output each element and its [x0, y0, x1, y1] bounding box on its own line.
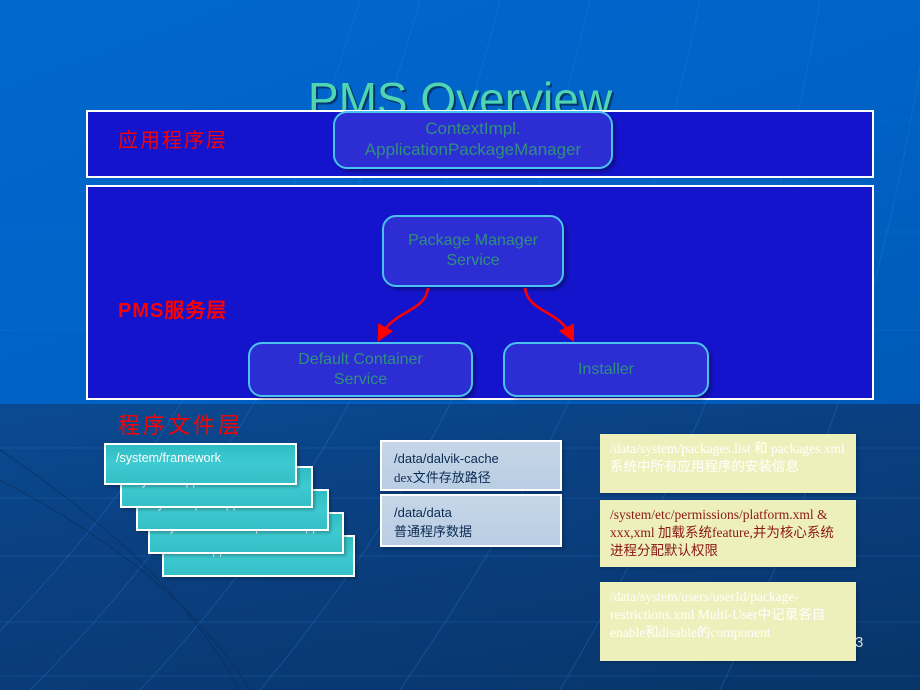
dalvik-cache-desc: dex文件存放路径	[394, 469, 491, 485]
sticky-note-text: /data/system/packages.list 和 packages.xm…	[610, 441, 845, 474]
dalvik-cache-path: /data/dalvik-cache	[394, 451, 499, 466]
slide-canvas: PMS Overview 应用程序层 PMS服务层 程序文件层 ContextI…	[0, 0, 920, 690]
slide-number: 3	[855, 634, 864, 651]
sticky-note[interactable]: /system/etc/permissions/platform.xml & x…	[600, 500, 856, 566]
arrow-to-installer	[523, 287, 575, 343]
sticky-note[interactable]: /data/system/users/userId/package-restri…	[600, 582, 856, 660]
data-data-desc: 普通程序数据	[394, 523, 473, 539]
dalvik-cache-box[interactable]: /data/dalvik-cache dex文件存放路径	[380, 440, 562, 491]
data-data-path: /data/data	[394, 505, 452, 520]
sticky-note[interactable]: /data/system/packages.list 和 packages.xm…	[600, 434, 856, 492]
sticky-note-text: /data/system/users/userId/package-restri…	[610, 589, 826, 640]
arrow-to-dcs	[377, 287, 430, 342]
sticky-note-text: /system/etc/permissions/platform.xml & x…	[610, 507, 834, 558]
path-box[interactable]: /system/framework	[104, 443, 297, 485]
data-data-box[interactable]: /data/data 普通程序数据	[380, 494, 562, 547]
